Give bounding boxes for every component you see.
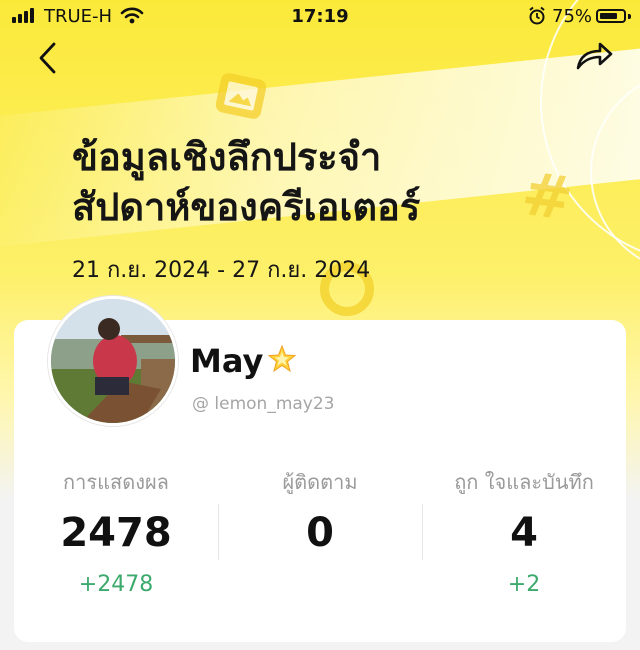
alarm-icon bbox=[528, 6, 546, 31]
share-arrow-icon bbox=[576, 42, 613, 70]
battery-fill bbox=[600, 13, 617, 19]
date-range: 21 ก.ย. 2024 - 27 ก.ย. 2024 bbox=[72, 258, 371, 283]
stat-delta: +2 bbox=[507, 572, 541, 597]
share-button[interactable] bbox=[574, 38, 614, 74]
title-line-1: ข้อมูลเชิงลึกประจำ bbox=[72, 135, 382, 179]
stat-value: 2478 bbox=[60, 510, 172, 556]
battery-cap bbox=[628, 14, 631, 19]
status-bar: TRUE-H 17:19 75% bbox=[0, 0, 640, 34]
profile-photo bbox=[51, 299, 175, 423]
stat-followers[interactable]: ผู้ติดตาม 0 bbox=[218, 460, 422, 610]
page-title: ข้อมูลเชิงลึกประจำ สัปดาห์ของครีเอเตอร์ bbox=[72, 132, 420, 232]
stats-row: การแสดงผล 2478 +2478 ผู้ติดตาม 0 ถูก ใจแ… bbox=[14, 460, 626, 610]
battery-icon bbox=[596, 9, 626, 23]
avatar[interactable] bbox=[48, 296, 178, 426]
stat-likes-saves[interactable]: ถูก ใจและบันทึก 4 +2 bbox=[422, 460, 626, 610]
chevron-left-icon bbox=[39, 42, 56, 74]
decorative-hash-icon: # bbox=[517, 158, 577, 236]
stat-label: ถูก ใจและบันทึก bbox=[454, 470, 594, 494]
stat-delta: +2478 bbox=[78, 572, 154, 597]
back-button[interactable] bbox=[30, 40, 66, 76]
stat-impressions[interactable]: การแสดงผล 2478 +2478 bbox=[14, 460, 218, 610]
battery-percentage: 75% bbox=[552, 6, 593, 27]
star-icon bbox=[267, 344, 297, 378]
stat-value: 0 bbox=[306, 510, 334, 556]
stat-label: ผู้ติดตาม bbox=[282, 470, 358, 494]
profile-handle: @ lemon_may23 bbox=[192, 394, 335, 414]
stat-label: การแสดงผล bbox=[63, 470, 169, 494]
title-line-2: สัปดาห์ของครีเอเตอร์ bbox=[72, 185, 421, 229]
profile-name-row: May bbox=[190, 342, 297, 380]
stat-value: 4 bbox=[510, 510, 538, 556]
profile-name: May bbox=[190, 342, 264, 380]
